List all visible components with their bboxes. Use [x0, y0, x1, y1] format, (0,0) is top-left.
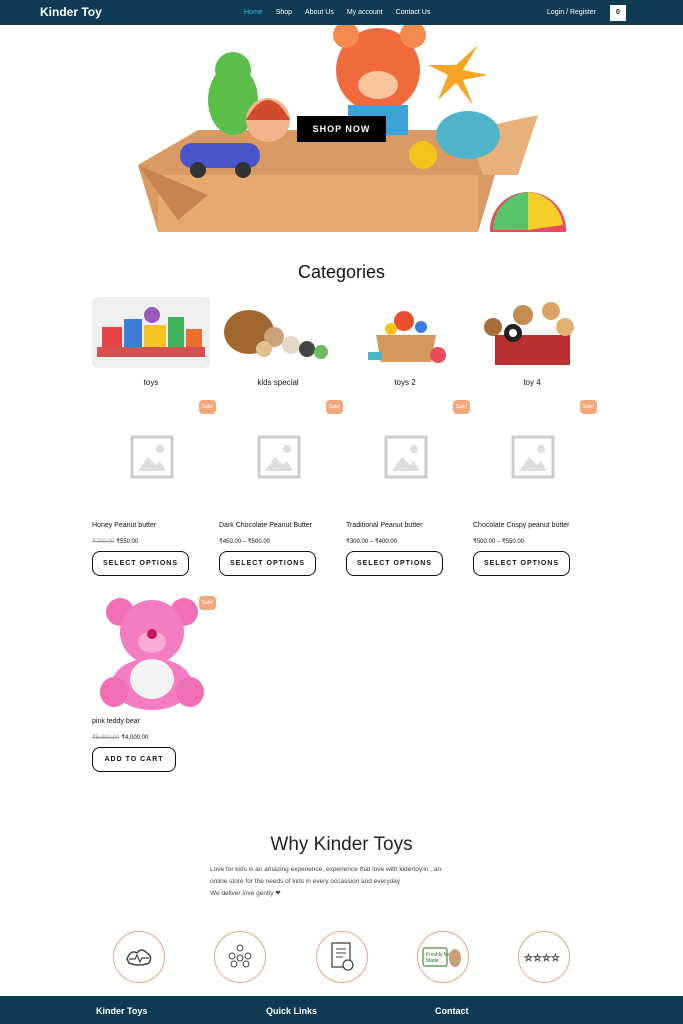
freshly-made-icon: Freshly Made Made [417, 931, 469, 983]
product-image[interactable]: Sale! [92, 398, 216, 516]
category-image[interactable] [92, 297, 210, 368]
product-card: Sale! Traditional Peanut butter ₹300.00 … [346, 398, 470, 576]
select-options-button[interactable]: SELECT OPTIONS [92, 551, 189, 576]
categories-heading: Categories [297, 262, 386, 282]
why-line-1: Love for kids is an amazing experience, … [210, 866, 442, 873]
svg-text:☆☆☆☆: ☆☆☆☆ [524, 953, 560, 964]
product-name[interactable]: Dark Chocolate Peanut Butter [219, 522, 339, 529]
nav-my-account[interactable]: My account [347, 9, 383, 16]
rating-stars-icon: ☆☆☆☆ [518, 931, 570, 983]
product-price: ₹5,000.00 ₹4,000.00 [92, 734, 212, 741]
category-label[interactable]: toys [92, 378, 210, 387]
pink-teddy-bear-image [100, 598, 204, 710]
strength-icon [113, 931, 165, 983]
product-card: Sale! Chocolate Crispy peanut butter ₹50… [473, 398, 597, 576]
top-navbar: Kinder Toy Home Shop About Us My account… [0, 0, 683, 25]
select-options-button[interactable]: SELECT OPTIONS [346, 551, 443, 576]
site-footer: Kinder Toys Quick Links Contact [0, 996, 683, 1024]
login-register-link[interactable]: Login / Register [547, 9, 596, 16]
placeholder-image-icon [257, 435, 301, 479]
select-options-button[interactable]: SELECT OPTIONS [219, 551, 316, 576]
shop-now-button[interactable]: SHOP NOW [297, 116, 386, 142]
category-label[interactable]: toys 2 [346, 378, 464, 387]
select-options-button[interactable]: SELECT OPTIONS [473, 551, 570, 576]
nav-about-us[interactable]: About Us [305, 9, 334, 16]
sale-price: ₹550.00 [116, 539, 139, 545]
sale-badge: Sale! [199, 596, 216, 610]
category-toy-4[interactable]: toy 4 [473, 297, 591, 387]
nav-shop[interactable]: Shop [276, 9, 292, 16]
product-image[interactable]: Sale! [473, 398, 597, 516]
product-card: Sale! Honey Peanut butter ₹700.00 ₹550.00… [92, 398, 216, 576]
sale-price: ₹4,000.00 [121, 735, 149, 741]
product-card: Sale! Dark Chocolate Peanut Butter ₹450.… [219, 398, 343, 576]
product-name[interactable]: Traditional Peanut butter [346, 522, 466, 529]
old-price: ₹700.00 [92, 539, 115, 545]
category-toys-2[interactable]: toys 2 [346, 297, 464, 387]
product-price: ₹700.00 ₹550.00 [92, 538, 212, 545]
add-to-cart-button[interactable]: ADD TO CART [92, 747, 176, 772]
product-image[interactable]: Sale! [92, 594, 216, 712]
footer-brand-heading: Kinder Toys [96, 1006, 148, 1016]
category-image[interactable] [473, 297, 591, 368]
svg-text:Made: Made [426, 958, 439, 964]
product-card: Sale! pink teddy bear ₹5,000.00 ₹4,000.00… [92, 594, 216, 772]
category-label[interactable]: toy 4 [473, 378, 591, 387]
sale-badge: Sale! [199, 400, 216, 414]
category-kids-special[interactable]: kids special [219, 297, 337, 387]
product-name[interactable]: Chocolate Crispy peanut butter [473, 522, 593, 529]
product-image[interactable]: Sale! [219, 398, 343, 516]
old-price: ₹5,000.00 [92, 735, 120, 741]
category-image[interactable] [346, 297, 464, 368]
nav-home[interactable]: Home [244, 9, 263, 16]
placeholder-image-icon [511, 435, 555, 479]
community-icon [214, 931, 266, 983]
why-line-2: online store for the needs of kids in ev… [210, 878, 401, 885]
product-price: ₹450.00 – ₹500.00 [219, 539, 271, 545]
placeholder-image-icon [130, 435, 174, 479]
why-heading: Why Kinder Toys [270, 834, 413, 855]
footer-contact-heading: Contact [435, 1006, 469, 1016]
product-price: ₹300.00 – ₹400.00 [346, 539, 398, 545]
nav-contact-us[interactable]: Contact Us [396, 9, 431, 16]
sale-badge: Sale! [580, 400, 597, 414]
footer-quick-links-heading: Quick Links [266, 1006, 318, 1016]
why-line-3: We deliver love gently ❤ [210, 890, 281, 897]
category-label[interactable]: kids special [219, 378, 337, 387]
category-toys[interactable]: toys [92, 297, 210, 387]
sale-badge: Sale! [326, 400, 343, 414]
main-nav: Home Shop About Us My account Contact Us [244, 9, 443, 16]
placeholder-image-icon [384, 435, 428, 479]
category-image[interactable] [219, 297, 337, 368]
sale-badge: Sale! [453, 400, 470, 414]
product-price: ₹500.00 – ₹550.00 [473, 539, 525, 545]
cart-count-button[interactable]: 0 [610, 5, 626, 21]
why-description: Love for kids is an amazing experience, … [210, 864, 490, 900]
product-name[interactable]: Honey Peanut butter [92, 522, 212, 529]
site-logo[interactable]: Kinder Toy [40, 5, 102, 19]
product-image[interactable]: Sale! [346, 398, 470, 516]
certificate-icon [316, 931, 368, 983]
product-name[interactable]: pink teddy bear [92, 718, 212, 725]
